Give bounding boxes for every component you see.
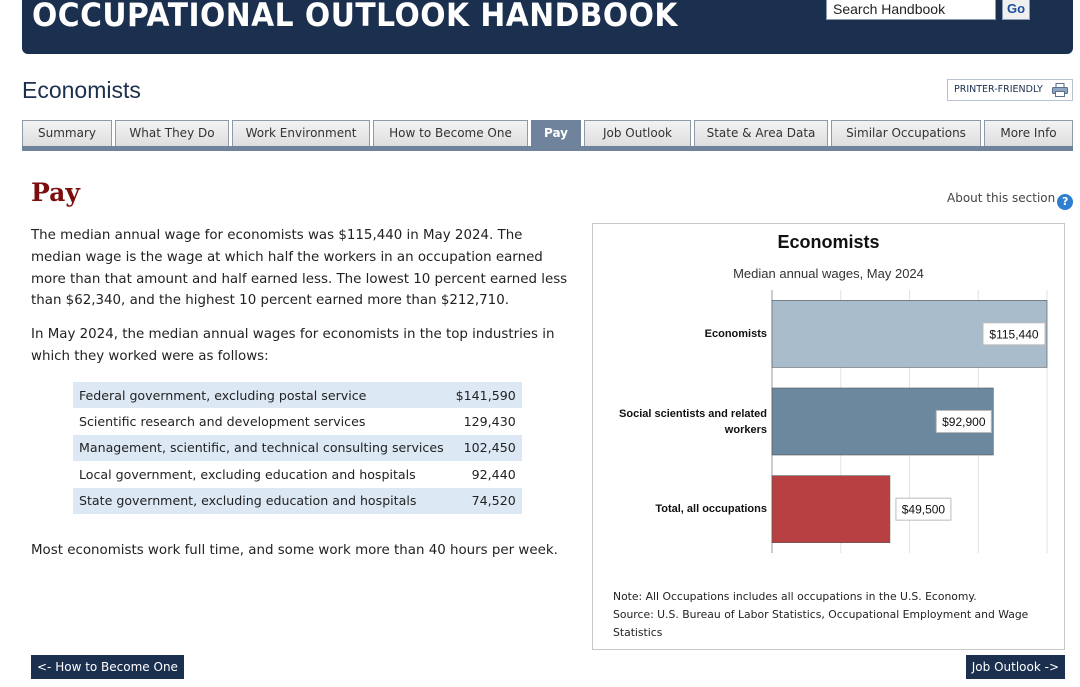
industry-name: Management, scientific, and technical co… <box>73 434 450 462</box>
industry-wage-table: Federal government, excluding postal ser… <box>73 382 522 514</box>
table-row: State government, excluding education an… <box>73 487 522 514</box>
tab-bar: Summary What They Do Work Environment How t… <box>22 120 1073 146</box>
tab-state-area-data[interactable]: State & Area Data <box>694 120 828 146</box>
about-section-label: About this section <box>947 191 1056 205</box>
table-row: Local government, excluding education an… <box>73 461 522 487</box>
wage-bar-chart: $115,440 $92,900 $49,500 <box>771 290 1048 553</box>
page-title: Economists <box>22 77 141 103</box>
tab-more-info[interactable]: More Info <box>984 120 1073 146</box>
tab-rule <box>22 146 1073 151</box>
next-section-button[interactable]: Job Outlook -> <box>965 655 1065 679</box>
tab-work-environment[interactable]: Work Environment <box>232 120 370 146</box>
help-icon: ? <box>1057 194 1074 210</box>
search-go-button[interactable]: Go <box>1002 0 1030 20</box>
printer-friendly-label: PRINTER-FRIENDLY <box>954 84 1043 95</box>
site-title[interactable]: OCCUPATIONAL OUTLOOK HANDBOOK <box>32 0 678 34</box>
tab-what-they-do[interactable]: What They Do <box>115 120 229 146</box>
table-row: Federal government, excluding postal ser… <box>73 382 522 409</box>
industry-wage: $141,590 <box>449 382 522 409</box>
industry-wage: 102,450 <box>449 434 522 462</box>
search-input[interactable] <box>826 0 996 20</box>
pay-paragraph-1: The median annual wage for economists wa… <box>31 228 568 309</box>
tab-similar-occupations[interactable]: Similar Occupations <box>831 120 981 146</box>
industry-name: State government, excluding education an… <box>73 487 450 514</box>
industry-name: Federal government, excluding postal ser… <box>73 382 450 409</box>
chart-data-label: $92,900 <box>942 415 986 429</box>
industry-wage: 92,440 <box>471 466 516 482</box>
industry-wage: 129,430 <box>463 414 516 430</box>
tab-how-to-become-one[interactable]: How to Become One <box>373 120 528 146</box>
chart-bar <box>771 475 891 543</box>
tab-summary[interactable]: Summary <box>22 120 112 146</box>
section-title: Pay <box>31 178 80 207</box>
tab-job-outlook[interactable]: Job Outlook <box>584 120 691 146</box>
pay-paragraph-2: In May 2024, the median annual wages for… <box>31 327 555 364</box>
chart-source: Source: U.S. Bureau of Labor Statistics,… <box>613 608 1029 639</box>
chart-data-label: $49,500 <box>902 503 946 517</box>
prev-section-button[interactable]: <- How to Become One <box>31 655 184 679</box>
industry-wage: 74,520 <box>449 487 522 514</box>
chart-data-label: $115,440 <box>989 327 1038 341</box>
printer-friendly-button[interactable]: PRINTER-FRIENDLY <box>947 79 1073 101</box>
industry-name: Local government, excluding education an… <box>79 466 416 482</box>
table-row: Scientific research and development serv… <box>73 408 522 434</box>
about-section-link[interactable]: About this section? <box>947 191 1074 210</box>
chart-note: Note: All Occupations includes all occup… <box>613 590 977 603</box>
industry-name: Scientific research and development serv… <box>79 414 366 430</box>
pay-paragraph-3: Most economists work full time, and some… <box>31 543 558 558</box>
tab-pay[interactable]: Pay <box>531 120 581 146</box>
table-row: Management, scientific, and technical co… <box>73 434 522 462</box>
printer-icon <box>1052 83 1068 97</box>
